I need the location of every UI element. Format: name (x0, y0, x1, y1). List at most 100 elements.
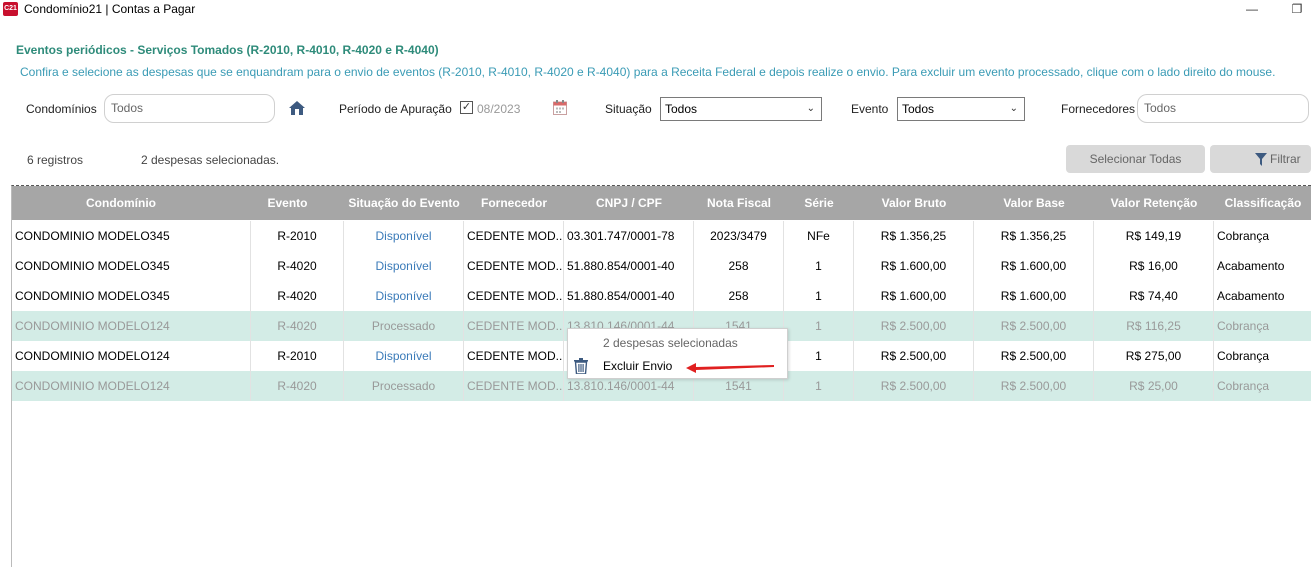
chevron-down-icon: ⌄ (1009, 103, 1018, 114)
cell-serie: 1 (784, 251, 854, 281)
page-description: Confira e selecione as despesas que se e… (20, 65, 1276, 79)
cell-situacao[interactable]: Processado (344, 371, 464, 401)
chevron-down-icon: ⌄ (806, 103, 815, 114)
situacao-label: Situação (605, 102, 652, 116)
page-title: Eventos periódicos - Serviços Tomados (R… (16, 43, 439, 57)
context-menu-header: 2 despesas selecionadas (603, 336, 738, 350)
cell-situacao[interactable]: Disponível (344, 281, 464, 311)
cell-evento: R-4020 (251, 311, 344, 341)
col-valor-base[interactable]: Valor Base (974, 186, 1094, 220)
col-classificacao[interactable]: Classificação (1214, 186, 1311, 220)
situacao-select-value: Todos (665, 102, 698, 116)
col-serie[interactable]: Série (784, 186, 854, 220)
cell-condominio: CONDOMINIO MODELO124 (12, 371, 251, 401)
cell-serie: 1 (784, 281, 854, 311)
filter-icon (1255, 153, 1267, 166)
cell-valor-bruto: R$ 2.500,00 (854, 341, 974, 371)
cell-cnpj: 51.880.854/0001-40 (564, 281, 694, 311)
cell-fornecedor: CEDENTE MOD... (464, 311, 564, 341)
cell-classificacao: Cobrança (1214, 341, 1311, 371)
window-title: Condomínio21 | Contas a Pagar (24, 2, 196, 16)
cell-valor-retencao: R$ 16,00 (1094, 251, 1214, 281)
table-row[interactable]: CONDOMINIO MODELO345 R-2010 Disponível CEDE… (12, 221, 1311, 251)
table-row[interactable]: CONDOMINIO MODELO345 R-4020 Disponível CEDE… (12, 251, 1311, 281)
table-header: Condomínio Evento Situação do Evento For… (12, 186, 1311, 220)
cell-situacao[interactable]: Processado (344, 311, 464, 341)
cell-situacao[interactable]: Disponível (344, 221, 464, 251)
cell-valor-retencao: R$ 275,00 (1094, 341, 1214, 371)
trash-icon (574, 358, 588, 374)
cell-cnpj: 03.301.747/0001-78 (564, 221, 694, 251)
cell-cnpj: 51.880.854/0001-40 (564, 251, 694, 281)
cell-situacao[interactable]: Disponível (344, 251, 464, 281)
condominios-label: Condomínios (26, 102, 97, 116)
col-fornecedor[interactable]: Fornecedor (464, 186, 564, 220)
app-logo: C21 (3, 2, 18, 16)
cell-valor-base: R$ 1.356,25 (974, 221, 1094, 251)
cell-situacao[interactable]: Disponível (344, 341, 464, 371)
annotation-arrow-icon (686, 363, 774, 373)
filter-button[interactable]: Filtrar (1210, 145, 1311, 173)
cell-valor-bruto: R$ 2.500,00 (854, 371, 974, 401)
cell-valor-base: R$ 2.500,00 (974, 311, 1094, 341)
minimize-button[interactable]: — (1240, 0, 1264, 20)
cell-nota-fiscal: 258 (694, 281, 784, 311)
evento-select[interactable]: Todos ⌄ (897, 97, 1025, 121)
cell-serie: 1 (784, 371, 854, 401)
calendar-icon[interactable] (553, 100, 567, 115)
cell-valor-base: R$ 1.600,00 (974, 281, 1094, 311)
cell-condominio: CONDOMINIO MODELO345 (12, 221, 251, 251)
select-all-button[interactable]: Selecionar Todas (1066, 145, 1205, 173)
col-situacao[interactable]: Situação do Evento (344, 186, 464, 220)
col-valor-bruto[interactable]: Valor Bruto (854, 186, 974, 220)
restore-button[interactable]: ❐ (1285, 0, 1309, 20)
cell-fornecedor: CEDENTE MOD... (464, 371, 564, 401)
condominios-input[interactable]: Todos (104, 94, 275, 123)
cell-evento: R-2010 (251, 221, 344, 251)
fornecedores-label: Fornecedores (1061, 102, 1136, 116)
evento-label: Evento (851, 102, 889, 116)
periodo-checkbox[interactable]: ✓ (460, 101, 473, 114)
cell-nota-fiscal: 2023/3479 (694, 221, 784, 251)
cell-valor-bruto: R$ 1.600,00 (854, 251, 974, 281)
cell-valor-bruto: R$ 1.600,00 (854, 281, 974, 311)
home-search-icon[interactable] (288, 100, 306, 116)
col-condominio[interactable]: Condomínio (12, 186, 230, 220)
cell-fornecedor: CEDENTE MOD... (464, 251, 564, 281)
cell-evento: R-2010 (251, 341, 344, 371)
col-cnpj[interactable]: CNPJ / CPF (564, 186, 694, 220)
cell-valor-base: R$ 2.500,00 (974, 341, 1094, 371)
table-row[interactable]: CONDOMINIO MODELO345 R-4020 Disponível CEDE… (12, 281, 1311, 311)
excluir-envio-label: Excluir Envio (603, 359, 673, 373)
cell-valor-base: R$ 1.600,00 (974, 251, 1094, 281)
col-evento[interactable]: Evento (251, 186, 324, 220)
cell-classificacao: Acabamento (1214, 281, 1311, 311)
situacao-select[interactable]: Todos ⌄ (660, 97, 822, 121)
cell-classificacao: Cobrança (1214, 371, 1311, 401)
evento-select-value: Todos (902, 102, 935, 116)
fornecedores-input[interactable]: Todos (1137, 94, 1309, 123)
cell-fornecedor: CEDENTE MOD... (464, 341, 564, 371)
selected-count: 2 despesas selecionadas. (141, 153, 280, 167)
col-valor-retencao[interactable]: Valor Retenção (1094, 186, 1214, 220)
cell-condominio: CONDOMINIO MODELO124 (12, 311, 251, 341)
cell-condominio: CONDOMINIO MODELO345 (12, 281, 251, 311)
periodo-label: Período de Apuração (339, 102, 452, 116)
records-count: 6 registros (27, 153, 84, 167)
filter-button-label: Filtrar (1270, 152, 1301, 166)
cell-classificacao: Acabamento (1214, 251, 1311, 281)
cell-evento: R-4020 (251, 371, 344, 401)
cell-valor-bruto: R$ 1.356,25 (854, 221, 974, 251)
cell-condominio: CONDOMINIO MODELO345 (12, 251, 251, 281)
cell-fornecedor: CEDENTE MOD... (464, 281, 564, 311)
periodo-value[interactable]: 08/2023 (477, 102, 520, 116)
cell-fornecedor: CEDENTE MOD... (464, 221, 564, 251)
cell-evento: R-4020 (251, 281, 344, 311)
cell-nota-fiscal: 258 (694, 251, 784, 281)
cell-serie: NFe (784, 221, 854, 251)
cell-valor-retencao: R$ 116,25 (1094, 311, 1214, 341)
cell-valor-bruto: R$ 2.500,00 (854, 311, 974, 341)
title-bar: C21 Condomínio21 | Contas a Pagar — ❐ (0, 0, 1311, 20)
cell-classificacao: Cobrança (1214, 311, 1311, 341)
col-nota-fiscal[interactable]: Nota Fiscal (694, 186, 784, 220)
